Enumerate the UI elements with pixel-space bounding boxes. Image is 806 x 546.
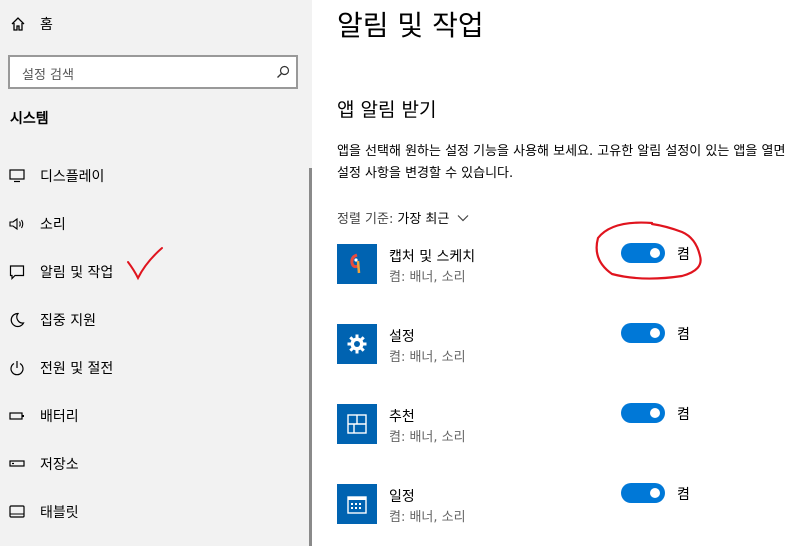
- nav-label: 저장소: [40, 457, 79, 473]
- settings-gear-icon: [337, 324, 377, 364]
- app-subtitle: 켬: 배너, 소리: [389, 350, 466, 365]
- home-label: 홈: [40, 17, 53, 33]
- toggle-state: 켬: [677, 327, 690, 343]
- section-title: 앱 알림 받기: [337, 99, 437, 121]
- app-row[interactable]: 추천 켬: 배너, 소리 켬: [337, 403, 797, 464]
- notification-toggle[interactable]: [621, 483, 665, 503]
- nav-label: 전원 및 절전: [40, 361, 114, 377]
- app-row[interactable]: 설정 켬: 배너, 소리 켬: [337, 323, 797, 384]
- tablet-icon: [8, 503, 26, 521]
- nav-label: 소리: [40, 217, 66, 233]
- app-name: 설정: [389, 329, 415, 345]
- nav-item-tablet[interactable]: 태블릿: [0, 490, 300, 534]
- category-heading: 시스템: [10, 111, 49, 127]
- app-row[interactable]: 일정 켬: 배너, 소리 켬: [337, 483, 797, 544]
- app-subtitle: 켬: 배너, 소리: [389, 430, 466, 445]
- sort-label: 정렬 기준:: [337, 212, 394, 227]
- snip-sketch-icon: [337, 244, 377, 284]
- nav-label: 태블릿: [40, 505, 79, 521]
- nav-label: 배터리: [40, 409, 79, 425]
- suggestions-icon: [337, 404, 377, 444]
- sidebar: 홈 설정 검색 시스템 디스플레이 소리 알림 및 작업 집중 지원 전원 및 …: [0, 0, 312, 546]
- sort-value: 가장 최근: [397, 212, 450, 227]
- section-description: 앱을 선택해 원하는 설정 기능을 사용해 보세요. 고유한 알림 설정이 있는…: [337, 144, 786, 181]
- nav-label: 알림 및 작업: [40, 265, 114, 281]
- page-title: 알림 및 작업: [337, 9, 484, 42]
- toggle-state: 켬: [677, 487, 690, 503]
- app-name: 캡처 및 스케치: [389, 249, 476, 265]
- nav-item-display[interactable]: 디스플레이: [0, 154, 300, 198]
- message-icon: [8, 263, 26, 281]
- nav-item-battery[interactable]: 배터리: [0, 394, 300, 438]
- notification-toggle[interactable]: [621, 403, 665, 423]
- search-icon[interactable]: [276, 65, 290, 79]
- search-placeholder: 설정 검색: [22, 68, 74, 83]
- toggle-knob: [650, 408, 660, 418]
- search-box[interactable]: 설정 검색: [8, 55, 298, 89]
- home-link[interactable]: 홈: [10, 12, 53, 36]
- toggle-knob: [650, 488, 660, 498]
- app-name: 일정: [389, 489, 415, 505]
- nav-label: 집중 지원: [40, 313, 96, 329]
- home-icon: [11, 17, 25, 31]
- app-subtitle: 켬: 배너, 소리: [389, 510, 466, 525]
- notification-toggle[interactable]: [621, 243, 665, 263]
- toggle-state: 켬: [677, 247, 690, 263]
- app-row[interactable]: 캡처 및 스케치 켬: 배너, 소리 켬: [337, 243, 797, 304]
- storage-icon: [8, 455, 26, 473]
- display-icon: [8, 167, 26, 185]
- sidebar-scrollbar[interactable]: [309, 168, 312, 546]
- battery-icon: [8, 407, 26, 425]
- red-checkmark-annotation: [127, 247, 163, 281]
- calendar-icon: [337, 484, 377, 524]
- nav-item-storage[interactable]: 저장소: [0, 442, 300, 486]
- app-subtitle: 켬: 배너, 소리: [389, 270, 466, 285]
- toggle-knob: [650, 248, 660, 258]
- sort-dropdown[interactable]: 정렬 기준: 가장 최근: [337, 208, 469, 227]
- app-name: 추천: [389, 409, 415, 425]
- toggle-state: 켬: [677, 407, 690, 423]
- power-icon: [8, 359, 26, 377]
- nav-item-sound[interactable]: 소리: [0, 202, 300, 246]
- nav-item-focus-assist[interactable]: 집중 지원: [0, 298, 300, 342]
- nav-item-power[interactable]: 전원 및 절전: [0, 346, 300, 390]
- toggle-knob: [650, 328, 660, 338]
- moon-icon: [8, 311, 26, 329]
- speaker-icon: [8, 215, 26, 233]
- chevron-down-icon: [457, 214, 469, 221]
- notification-toggle[interactable]: [621, 323, 665, 343]
- nav-label: 디스플레이: [40, 169, 105, 185]
